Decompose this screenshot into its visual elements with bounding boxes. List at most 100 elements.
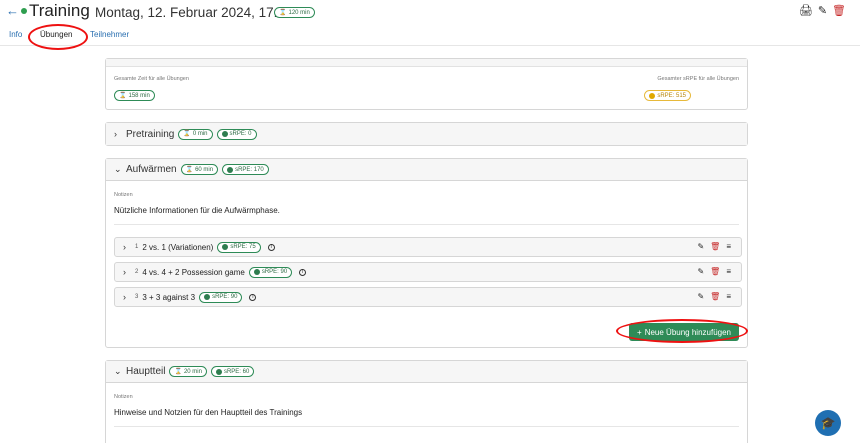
hourglass-icon: ⌛	[279, 9, 287, 16]
exercise-srpe-value: sRPE: 90	[261, 269, 288, 275]
hourglass-icon: ⌛	[119, 92, 127, 99]
page-title: Training	[29, 1, 90, 20]
drag-handle-icon[interactable]: ≡	[726, 267, 731, 276]
exercise-number: 3	[135, 294, 139, 300]
section-time-value: 60 min	[195, 166, 214, 173]
info-icon[interactable]: i	[267, 243, 275, 251]
drag-handle-icon[interactable]: ≡	[726, 292, 731, 301]
top-bar: ← Training Montag, 12. Februar 2024, 17:…	[0, 0, 860, 26]
section-time-value: 20 min	[183, 368, 202, 375]
tab-info[interactable]: Info	[9, 30, 22, 39]
trash-icon[interactable]: 🗑	[710, 242, 720, 251]
summary-card: Gesamte Zeit für alle Übungen Gesamter s…	[105, 58, 748, 110]
srpe-dot-icon	[204, 294, 211, 300]
divider	[114, 224, 739, 225]
exercise-name: 3 + 3 against 3	[142, 292, 196, 302]
edit-icon[interactable]: ✎	[697, 267, 704, 276]
section-header[interactable]: › Pretraining ⌛ 0 min sRPE: 0	[106, 123, 747, 145]
section-title: Pretraining	[126, 128, 175, 140]
highlight-oval-tab	[28, 24, 88, 50]
back-arrow-icon[interactable]: ←	[6, 3, 19, 18]
info-icon[interactable]: i	[299, 268, 307, 276]
srpe-dot-icon	[253, 269, 260, 275]
section-time-value: 0 min	[192, 131, 208, 137]
srpe-dot-icon	[222, 244, 229, 250]
chevron-down-icon: ⌄	[114, 366, 122, 376]
exercise-srpe-value: sRPE: 75	[230, 244, 256, 250]
total-srpe-badge: sRPE: 515	[644, 90, 691, 101]
edit-icon[interactable]: ✎	[818, 4, 827, 17]
exercise-srpe-badge: sRPE: 75	[217, 241, 261, 253]
section-srpe-value: sRPE: 0	[229, 131, 252, 137]
training-datetime: Montag, 12. Februar 2024, 17:00	[95, 5, 293, 20]
trash-icon[interactable]: 🗑	[710, 267, 720, 276]
edit-icon[interactable]: ✎	[697, 292, 704, 301]
section-srpe-badge: sRPE: 60	[210, 366, 255, 377]
exercise-actions: ✎ 🗑 ≡	[697, 242, 731, 251]
exercise-number: 1	[135, 244, 139, 250]
exercise-row[interactable]: › 2 4 vs. 4 + 2 Possession game sRPE: 90…	[114, 262, 742, 282]
exercise-name: 2 vs. 1 (Variationen)	[142, 242, 214, 252]
chevron-right-icon: ›	[123, 242, 126, 252]
duration-value: 120 min	[288, 9, 310, 16]
srpe-dot-icon	[221, 131, 228, 137]
srpe-dot-icon	[649, 92, 656, 99]
chevron-down-icon: ⌄	[114, 164, 122, 174]
hourglass-icon: ⌛	[183, 131, 191, 137]
section-header[interactable]: ⌄ Aufwärmen ⌛ 60 min sRPE: 170	[106, 159, 747, 181]
trash-icon[interactable]: 🗑	[710, 292, 720, 301]
section-header[interactable]: ⌄ Hauptteil ⌛ 20 min sRPE: 60	[106, 361, 747, 383]
divider	[114, 426, 739, 427]
total-time-label: Gesamte Zeit für alle Übungen	[114, 76, 189, 82]
section-time-badge: ⌛ 20 min	[169, 366, 207, 377]
chevron-right-icon: ›	[114, 129, 117, 139]
print-icon[interactable]: 🖨	[799, 4, 813, 17]
srpe-dot-icon	[215, 368, 222, 375]
exercise-row[interactable]: › 3 3 + 3 against 3 sRPE: 90 i ✎ 🗑 ≡	[114, 287, 742, 307]
highlight-oval-add-button	[616, 319, 748, 343]
exercise-number: 2	[135, 269, 139, 275]
exercise-actions: ✎ 🗑 ≡	[697, 292, 731, 301]
section-time-badge: ⌛ 0 min	[178, 128, 213, 140]
chevron-right-icon: ›	[123, 292, 126, 302]
section-title: Aufwärmen	[126, 164, 177, 175]
drag-handle-icon[interactable]: ≡	[726, 242, 731, 251]
duration-badge: ⌛ 120 min	[274, 7, 315, 18]
status-dot	[21, 8, 27, 14]
edit-icon[interactable]: ✎	[697, 242, 704, 251]
exercise-actions: ✎ 🗑 ≡	[697, 267, 731, 276]
section-srpe-value: sRPE: 60	[223, 368, 250, 375]
exercise-row[interactable]: › 1 2 vs. 1 (Variationen) sRPE: 75 i ✎ 🗑…	[114, 237, 742, 257]
section-time-badge: ⌛ 60 min	[180, 164, 219, 175]
section-srpe-badge: sRPE: 0	[216, 128, 257, 140]
exercise-srpe-value: sRPE: 90	[212, 294, 238, 300]
total-time-badge: ⌛ 158 min	[114, 90, 155, 101]
chevron-right-icon: ›	[123, 267, 126, 277]
total-time-value: 158 min	[128, 92, 150, 99]
section-pretraining: › Pretraining ⌛ 0 min sRPE: 0	[105, 122, 748, 146]
exercise-name: 4 vs. 4 + 2 Possession game	[142, 267, 245, 277]
section-srpe-badge: sRPE: 170	[222, 164, 269, 175]
tab-bar: Info Übungen Teilnehmer	[0, 26, 860, 46]
info-icon[interactable]: i	[249, 293, 257, 301]
section-srpe-value: sRPE: 170	[235, 166, 264, 173]
section-title: Hauptteil	[126, 366, 166, 377]
exercise-srpe-badge: sRPE: 90	[199, 291, 243, 303]
total-srpe-value: sRPE: 515	[657, 92, 686, 99]
hourglass-icon: ⌛	[174, 368, 182, 375]
section-hauptteil: ⌄ Hauptteil ⌛ 20 min sRPE: 60 Notizen Hi…	[105, 360, 748, 443]
notes-label: Notizen	[114, 394, 133, 400]
notes-text: Hinweise und Notzien für den Hauptteil d…	[114, 408, 303, 417]
graduation-cap-icon: 🎓	[820, 416, 836, 430]
help-fab-button[interactable]: 🎓	[815, 410, 841, 436]
total-srpe-label: Gesamter sRPE für alle Übungen	[657, 76, 739, 82]
header-actions: 🖨 ✎ 🗑	[799, 4, 846, 17]
srpe-dot-icon	[227, 166, 234, 173]
notes-text: Nützliche Informationen für die Aufwärmp…	[114, 206, 280, 215]
summary-header-strip	[106, 59, 747, 67]
exercise-srpe-badge: sRPE: 90	[248, 266, 293, 278]
trash-icon[interactable]: 🗑	[832, 4, 846, 17]
hourglass-icon: ⌛	[185, 166, 194, 173]
tab-teilnehmer[interactable]: Teilnehmer	[90, 30, 129, 39]
notes-label: Notizen	[114, 192, 133, 198]
